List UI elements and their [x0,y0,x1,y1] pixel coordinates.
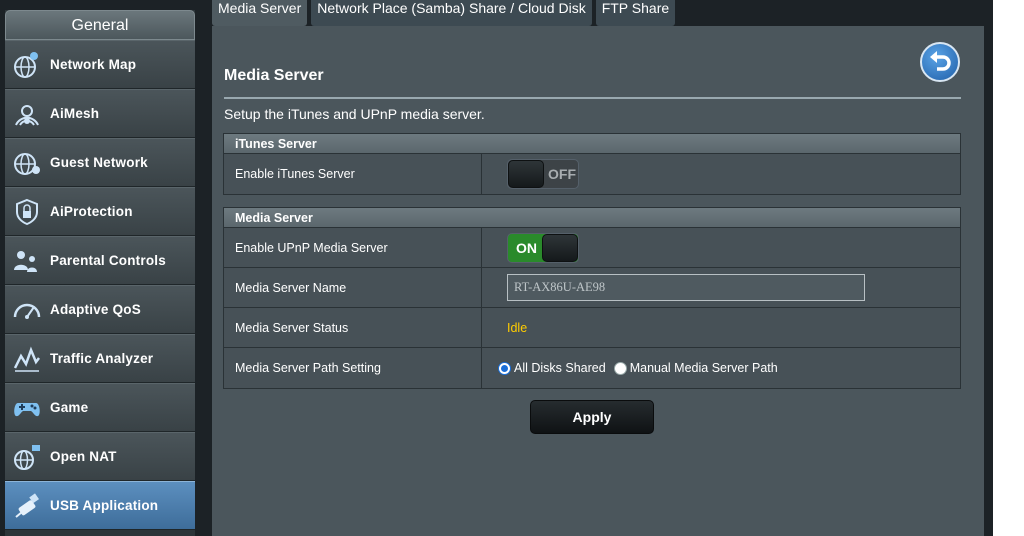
toggle-state-text: OFF [548,166,576,182]
radio-button[interactable] [613,361,627,375]
sidebar-item-aiprotection[interactable]: AiProtection [5,187,195,236]
traffic-chart-icon [10,342,44,376]
sidebar-item-adaptive-qos[interactable]: Adaptive QoS [5,285,195,334]
sidebar-item-guest-network[interactable]: Guest Network [5,138,195,187]
radio-manual-media-server-path[interactable]: Manual Media Server Path [613,361,778,375]
toggle-knob [542,233,578,262]
open-nat-icon [10,440,44,474]
itunes-server-section: iTunes Server Enable iTunes Server OFF [223,133,961,195]
toggle-knob [508,160,544,188]
radio-button[interactable] [498,361,511,375]
section-heading: Media Server [224,208,960,228]
sidebar-item-parental-controls[interactable]: Parental Controls [5,236,195,285]
tab-bar: Media Server Network Place (Samba) Share… [212,0,679,26]
row-label: Enable UPnP Media Server [224,228,482,267]
upnp-media-server-toggle[interactable]: ON [507,232,579,263]
network-map-icon [10,48,44,82]
sidebar-item-label: Game [50,400,89,415]
back-arrow-icon [930,51,951,71]
radio-label: Manual Media Server Path [629,361,778,375]
parental-controls-icon [10,244,44,278]
sidebar-item-label: Guest Network [50,155,148,170]
media-server-section: Media Server Enable UPnP Media Server ON… [223,207,961,389]
radio-all-disks-shared[interactable]: All Disks Shared [498,361,606,375]
sidebar-item-label: Adaptive QoS [50,302,141,317]
sidebar-item-game[interactable]: Game [5,383,195,432]
media-server-name-input[interactable] [507,274,865,301]
tab-media-server[interactable]: Media Server [212,0,308,26]
upnp-enable-row: Enable UPnP Media Server ON [224,228,960,268]
gamepad-icon [10,391,44,425]
sidebar-header: General [5,10,195,40]
section-heading: iTunes Server [224,134,960,154]
sidebar-item-label: USB Application [50,498,159,513]
aimesh-icon [10,97,44,131]
usb-icon [10,489,44,523]
sidebar-item-label: Network Map [50,57,137,72]
page-right-margin [993,0,1024,536]
shield-lock-icon [10,195,44,229]
media-server-status-row: Media Server Status Idle [224,308,960,348]
media-server-name-row: Media Server Name [224,268,960,308]
title-divider [224,97,961,99]
sidebar: General Network Map AiMesh Guest Network… [5,10,195,536]
media-server-status-value: Idle [507,320,528,335]
sidebar-item-traffic-analyzer[interactable]: Traffic Analyzer [5,334,195,383]
sidebar-item-label: AiProtection [50,204,133,219]
radio-label: All Disks Shared [514,361,606,375]
row-label: Media Server Status [224,308,482,347]
apply-button[interactable]: Apply [530,400,654,434]
itunes-server-toggle[interactable]: OFF [507,159,579,189]
sidebar-item-usb-application[interactable]: USB Application [5,481,195,530]
tab-ftp-share[interactable]: FTP Share [595,0,676,26]
media-server-path-row: Media Server Path Setting All Disks Shar… [224,348,960,388]
sidebar-item-aimesh[interactable]: AiMesh [5,89,195,138]
row-label: Media Server Path Setting [224,348,482,388]
sidebar-item-label: Parental Controls [50,253,166,268]
sidebar-item-label: Open NAT [50,449,117,464]
sidebar-item-label: AiMesh [50,106,100,121]
row-label: Enable iTunes Server [224,154,482,194]
toggle-state-text: ON [516,239,537,256]
main-panel: Media Server Setup the iTunes and UPnP m… [212,26,984,536]
itunes-enable-row: Enable iTunes Server OFF [224,154,960,194]
tab-network-place-share[interactable]: Network Place (Samba) Share / Cloud Disk [311,0,592,26]
guest-network-icon [10,146,44,180]
sidebar-item-network-map[interactable]: Network Map [5,40,195,89]
sidebar-item-open-nat[interactable]: Open NAT [5,432,195,481]
back-button[interactable] [920,42,960,82]
sidebar-item-label: Traffic Analyzer [50,351,154,366]
page-title: Media Server [224,67,324,84]
speedometer-icon [10,293,44,327]
page-description: Setup the iTunes and UPnP media server. [224,106,485,122]
row-label: Media Server Name [224,268,482,307]
